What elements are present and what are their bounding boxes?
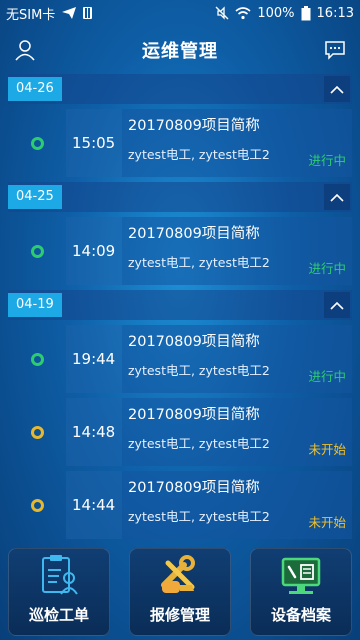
nav-label: 报修管理 bbox=[149, 606, 210, 624]
status-dot-icon bbox=[30, 136, 44, 150]
date-tag: 04-25 bbox=[8, 185, 62, 209]
nav-label: 设备档案 bbox=[270, 606, 331, 624]
task-name: 20170809项目简称 bbox=[128, 118, 260, 134]
date-group-header[interactable]: 04-25 bbox=[8, 182, 352, 212]
task-name: 20170809项目简称 bbox=[128, 407, 260, 423]
collapse-button[interactable] bbox=[324, 184, 350, 210]
task-body: 20170809项目简称 zytest电工, zytest电工2 未开始 bbox=[122, 398, 352, 466]
task-name: 20170809项目简称 bbox=[128, 334, 260, 350]
task-time: 19:44 bbox=[66, 325, 122, 393]
task-name: 20170809项目简称 bbox=[128, 480, 260, 496]
inspection-order-button[interactable]: 巡检工单 bbox=[8, 548, 110, 636]
task-status: 进行中 bbox=[308, 261, 346, 276]
task-time: 14:09 bbox=[66, 217, 122, 285]
task-item[interactable]: 14:44 20170809项目简称 zytest电工, zytest电工2 未… bbox=[8, 471, 352, 539]
task-time: 14:48 bbox=[66, 398, 122, 466]
task-indicator bbox=[8, 471, 66, 539]
task-body: 20170809项目简称 zytest电工, zytest电工2 进行中 bbox=[122, 325, 352, 393]
chevron-up-icon bbox=[330, 301, 344, 310]
status-right: 100% 16:13 bbox=[215, 5, 354, 21]
status-dot-icon bbox=[30, 425, 44, 439]
task-status: 进行中 bbox=[308, 369, 346, 384]
date-tag: 04-26 bbox=[8, 77, 62, 101]
send-icon bbox=[62, 7, 77, 19]
task-indicator bbox=[8, 325, 66, 393]
task-status: 未开始 bbox=[308, 515, 346, 530]
task-item[interactable]: 19:44 20170809项目简称 zytest电工, zytest电工2 进… bbox=[8, 325, 352, 393]
task-time: 15:05 bbox=[66, 109, 122, 177]
chevron-up-icon bbox=[330, 193, 344, 202]
task-time: 14:44 bbox=[66, 471, 122, 539]
date-tag: 04-19 bbox=[8, 293, 62, 317]
wifi-icon bbox=[235, 6, 251, 19]
task-list: 04-26 15:05 20170809项目简称 zytest电工, zytes… bbox=[0, 74, 360, 540]
task-item[interactable]: 15:05 20170809项目简称 zytest电工, zytest电工2 进… bbox=[8, 109, 352, 177]
chevron-up-icon bbox=[330, 85, 344, 94]
collapse-button[interactable] bbox=[324, 292, 350, 318]
task-item[interactable]: 14:09 20170809项目简称 zytest电工, zytest电工2 进… bbox=[8, 217, 352, 285]
collapse-button[interactable] bbox=[324, 76, 350, 102]
sim-card-icon bbox=[83, 7, 93, 19]
task-body: 20170809项目简称 zytest电工, zytest电工2 未开始 bbox=[122, 471, 352, 539]
task-body: 20170809项目简称 zytest电工, zytest电工2 进行中 bbox=[122, 109, 352, 177]
status-left: 无SIM卡 bbox=[6, 4, 93, 23]
date-group-header[interactable]: 04-19 bbox=[8, 290, 352, 320]
status-bar: 无SIM卡 100% 16:13 bbox=[0, 0, 360, 26]
equipment-archive-button[interactable]: 设备档案 bbox=[250, 548, 352, 636]
task-item[interactable]: 14:48 20170809项目简称 zytest电工, zytest电工2 未… bbox=[8, 398, 352, 466]
status-dot-icon bbox=[30, 498, 44, 512]
battery-percent: 100% bbox=[257, 5, 295, 21]
page-title: 运维管理 bbox=[142, 41, 218, 62]
user-icon[interactable] bbox=[12, 37, 38, 63]
task-status: 进行中 bbox=[308, 153, 346, 168]
status-dot-icon bbox=[30, 244, 44, 258]
message-icon[interactable] bbox=[322, 37, 348, 63]
inspection-clipboard-icon bbox=[39, 554, 79, 598]
bottom-nav: 巡检工单 报修管理 设备档案 bbox=[0, 540, 360, 640]
status-dot-icon bbox=[30, 352, 44, 366]
task-indicator bbox=[8, 109, 66, 177]
carrier-text: 无SIM卡 bbox=[6, 7, 56, 23]
repair-tools-icon bbox=[158, 554, 202, 598]
mute-icon bbox=[215, 6, 229, 20]
app-header: 运维管理 bbox=[0, 26, 360, 74]
equipment-monitor-icon bbox=[279, 554, 323, 598]
nav-label: 巡检工单 bbox=[28, 606, 89, 624]
task-status: 未开始 bbox=[308, 442, 346, 457]
date-group-header[interactable]: 04-26 bbox=[8, 74, 352, 104]
repair-management-button[interactable]: 报修管理 bbox=[129, 548, 231, 636]
task-indicator bbox=[8, 217, 66, 285]
clock-text: 16:13 bbox=[316, 5, 354, 21]
task-body: 20170809项目简称 zytest电工, zytest电工2 进行中 bbox=[122, 217, 352, 285]
task-indicator bbox=[8, 398, 66, 466]
battery-icon bbox=[301, 5, 311, 20]
task-name: 20170809项目简称 bbox=[128, 226, 260, 242]
